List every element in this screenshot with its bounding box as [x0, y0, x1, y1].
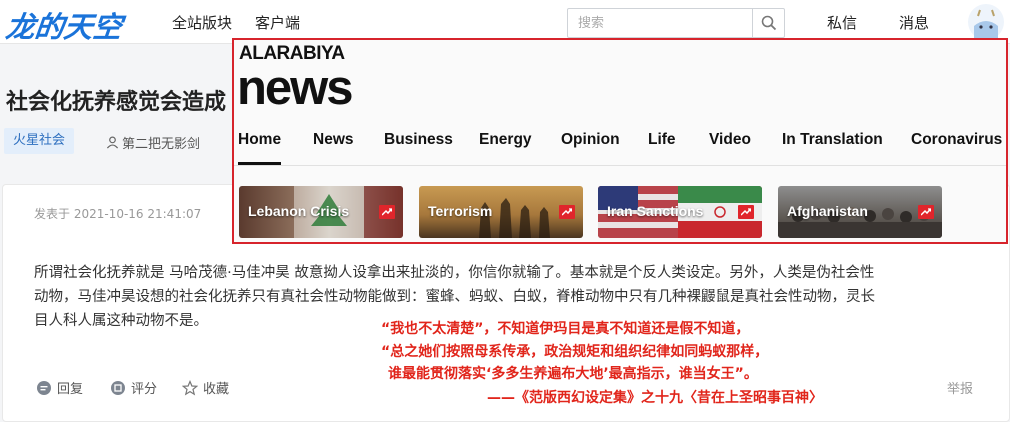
overlay-nav-coronavirus[interactable]: Coronavirus: [911, 131, 1002, 149]
page-title: 社会化抚养感觉会造成: [6, 90, 227, 115]
author[interactable]: 第二把无影剑: [106, 133, 200, 152]
overlay-nav-energy[interactable]: Energy: [479, 131, 532, 149]
news-overlay-panel: ALARABIYA news Home News Business Energy…: [232, 38, 1008, 244]
overlay-nav-business[interactable]: Business: [384, 131, 453, 149]
post-body-line: 动物，马佳冲昊设想的社会化抚养只有真社会性动物能做到：蜜蜂、蚂蚁、白蚁，脊椎动物…: [34, 289, 875, 305]
search-icon: [761, 15, 776, 31]
rate-button[interactable]: 评分: [110, 378, 157, 397]
favorite-button[interactable]: 收藏: [182, 378, 229, 397]
nav-client[interactable]: 客户端: [255, 12, 300, 33]
tile-label: Terrorism: [428, 203, 493, 219]
author-name: 第二把无影剑: [122, 137, 201, 152]
topic-tile-afghanistan[interactable]: Afghanistan: [778, 186, 942, 238]
tile-label: Afghanistan: [787, 203, 868, 219]
post-body-line: 所谓社会化抚养就是 马哈茂德·马佳冲昊 故意拗人设拿出来扯淡的，你信你就输了。基…: [34, 265, 875, 281]
reply-label: 回复: [57, 382, 84, 397]
trending-icon: [379, 205, 395, 219]
site-logo[interactable]: 龙的天空: [4, 4, 124, 46]
topic-tile-iran-sanctions[interactable]: Iran Sanctions: [598, 186, 762, 238]
search-box: [567, 8, 785, 38]
board-tag[interactable]: 火星社会: [4, 128, 75, 154]
quote-line: 谁最能贯彻落实‘多多生养遍布大地’最高指示，谁当女王”。: [388, 366, 758, 382]
favorite-label: 收藏: [203, 382, 230, 397]
reply-button[interactable]: 回复: [36, 378, 83, 397]
topic-tile-terrorism[interactable]: Terrorism: [419, 186, 583, 238]
trending-icon: [918, 205, 934, 219]
search-button[interactable]: [752, 9, 784, 37]
trending-icon: [559, 205, 575, 219]
nav-all-boards[interactable]: 全站版块: [172, 12, 232, 33]
star-icon: [182, 379, 198, 395]
nav-divider: [234, 165, 1006, 166]
comment-icon: [37, 380, 51, 395]
tile-label: Iran Sanctions: [607, 203, 704, 219]
trending-icon: [738, 205, 754, 219]
tile-label: Lebanon Crisis: [248, 203, 350, 219]
search-input[interactable]: [568, 9, 754, 37]
overlay-nav-opinion[interactable]: Opinion: [561, 131, 620, 149]
logo-text-main: news: [237, 61, 354, 115]
report-link[interactable]: 举报: [947, 378, 973, 397]
quote-line: ——《范版西幻设定集》之十九〈昔在上圣昭事百神〉: [487, 390, 823, 406]
topic-tile-lebanon-crisis[interactable]: Lebanon Crisis: [239, 186, 403, 238]
overlay-nav-news[interactable]: News: [313, 131, 354, 149]
overlay-nav-home[interactable]: Home: [238, 131, 281, 149]
notifications-link[interactable]: 消息: [899, 12, 929, 33]
overlay-nav-in-translation[interactable]: In Translation: [782, 131, 883, 149]
private-messages-link[interactable]: 私信: [827, 12, 857, 33]
quote-line: “总之她们按照母系传承，政治规矩和组织纪律如同蚂蚁那样，: [381, 344, 769, 360]
user-icon: [106, 136, 119, 149]
post-timestamp: 发表于 2021-10-16 21:41:07: [34, 207, 202, 221]
avatar[interactable]: [968, 4, 1004, 40]
rate-label: 评分: [131, 382, 158, 397]
overlay-nav-video[interactable]: Video: [709, 131, 751, 149]
overlay-nav-life[interactable]: Life: [648, 131, 676, 149]
rate-icon: [111, 380, 125, 395]
quote-line: “我也不太清楚”，不知道伊玛目是真不知道还是假不知道，: [381, 321, 750, 337]
